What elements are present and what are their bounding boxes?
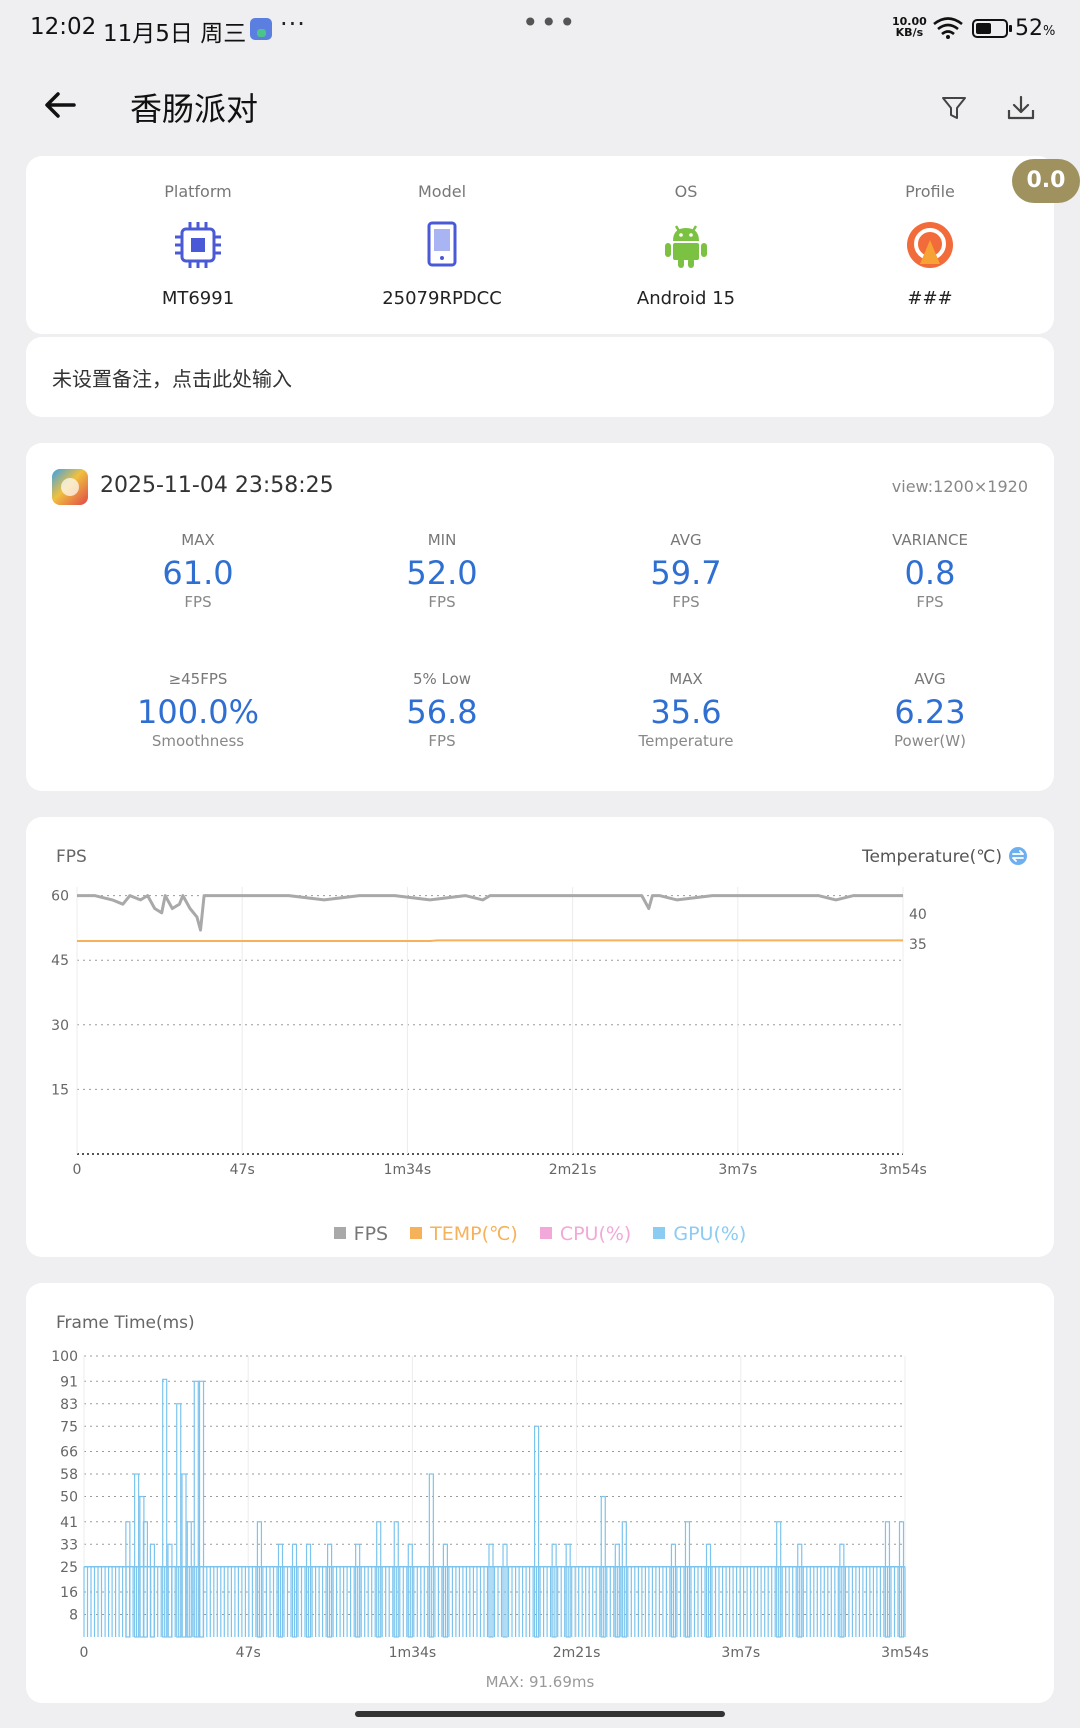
x-tick-label: 0 [73,1162,82,1178]
frame-time-baseline-bars [83,1566,906,1637]
y-tick-label: 25 [60,1560,78,1576]
x-tick-label: 1m34s [389,1645,437,1661]
x-tick-label: 3m54s [881,1645,929,1661]
y-tick-label: 41 [60,1515,78,1531]
battery-icon [972,19,1012,38]
y-tick-label: 33 [60,1537,78,1553]
notification-more-icon: ··· [280,10,306,38]
y-tick-label: 15 [51,1082,69,1098]
x-tick-label: 3m54s [879,1162,927,1178]
y-tick-label: 75 [60,1419,78,1435]
frame-time-chart: 100 91 83 75 66 58 50 41 33 25 16 8 0 47s 1m34s 2m21s 3m… [51,1349,929,1661]
y-tick-label: 60 [51,889,69,905]
frame-time-spike-bar [125,1521,131,1638]
stat-5pct-low: 5% Low 56.8 FPS [406,670,478,750]
note-placeholder: 未设置备注，点击此处输入 [52,367,292,391]
phone-icon [427,221,457,267]
network-speed: 10.00 KB/s [892,15,927,39]
window-handle-dots[interactable]: ••• [522,6,578,39]
y-tick-label: 100 [51,1349,78,1365]
temp-series-line [77,939,903,942]
download-icon[interactable] [1006,94,1036,122]
stat-max-fps: MAX 61.0 FPS [162,531,234,611]
android-icon [665,225,707,268]
legend-temp[interactable]: TEMP(℃) [410,1223,518,1245]
note-input[interactable]: 未设置备注，点击此处输入 [26,337,1054,417]
x-tick-label: 2m21s [549,1162,597,1178]
legend-gpu[interactable]: GPU(%) [653,1223,746,1245]
stat-avg-power: AVG 6.23 Power(W) [894,670,966,750]
x-tick-label: 3m7s [721,1645,760,1661]
y-right-tick-label: 35 [909,937,927,953]
status-date: 11月5日 周三 [103,21,247,47]
legend-fps[interactable]: FPS [333,1223,388,1245]
stat-smoothness: ≥45FPS 100.0% Smoothness [136,670,259,750]
back-arrow-icon[interactable] [40,85,80,125]
profile-icon [907,222,953,268]
device-info-card: Platform MT6991 Model 25079RPDCC OS Andr… [26,156,1054,334]
fps-chart-legend: FPS TEMP(℃) CPU(%) GPU(%) [26,1223,1054,1245]
legend-cpu[interactable]: CPU(%) [539,1223,631,1245]
game-app-icon [52,469,88,505]
x-tick-label: 47s [236,1645,261,1661]
wifi-icon [933,17,963,39]
y-tick-label: 16 [60,1585,78,1601]
y-tick-label: 30 [51,1018,69,1034]
stat-min-fps: MIN 52.0 FPS [406,531,478,611]
view-resolution: view:1200×1920 [891,477,1028,496]
x-tick-label: 2m21s [553,1645,601,1661]
session-timestamp: 2025-11-04 23:58:25 [100,473,334,498]
filter-icon[interactable] [940,94,968,122]
frame-time-chart-card: Frame Time(ms) 100 91 83 75 66 58 50 41 33 25 16 8 0… [26,1283,1054,1703]
y-tick-label: 83 [60,1397,78,1413]
stat-avg-fps: AVG 59.7 FPS [650,531,722,611]
chip-icon [175,222,221,268]
session-stats-card: 2025-11-04 23:58:25 view:1200×1920 MAX 6… [26,443,1054,791]
y-tick-label: 91 [60,1374,78,1390]
notification-app-icon [250,18,272,40]
home-indicator[interactable] [355,1711,725,1717]
page-title: 香肠派对 [130,90,259,128]
x-tick-label: 3m7s [718,1162,757,1178]
fps-chart-card: FPS Temperature(℃) 60 45 30 15 40 35 0 47s 1m34s… [26,817,1054,1257]
status-time: 12:02 [30,14,97,40]
frame-time-max-label: MAX: 91.69ms [485,1673,595,1691]
y-tick-label: 58 [60,1467,78,1483]
x-tick-label: 0 [80,1645,89,1661]
y-tick-label: 50 [60,1490,78,1506]
fps-chart: 60 45 30 15 40 35 0 47s 1m34s 2m21s 3m7s 3m54s [51,887,927,1178]
stat-variance: VARIANCE 0.8 FPS [892,531,968,611]
y-right-tick-label: 40 [909,907,927,923]
score-badge[interactable]: 0.0 [1012,159,1080,203]
stat-max-temperature: MAX 35.6 Temperature [638,670,734,750]
y-tick-label: 8 [69,1608,78,1624]
y-tick-label: 45 [51,953,69,969]
status-bar: 12:02 11月5日 周三 ··· ••• 10.00 KB/s 52% [0,0,1080,58]
y-tick-label: 66 [60,1445,78,1461]
x-tick-label: 47s [230,1162,255,1178]
x-tick-label: 1m34s [384,1162,432,1178]
battery-percent: 52% [1015,16,1056,41]
fps-series-line [77,894,903,932]
